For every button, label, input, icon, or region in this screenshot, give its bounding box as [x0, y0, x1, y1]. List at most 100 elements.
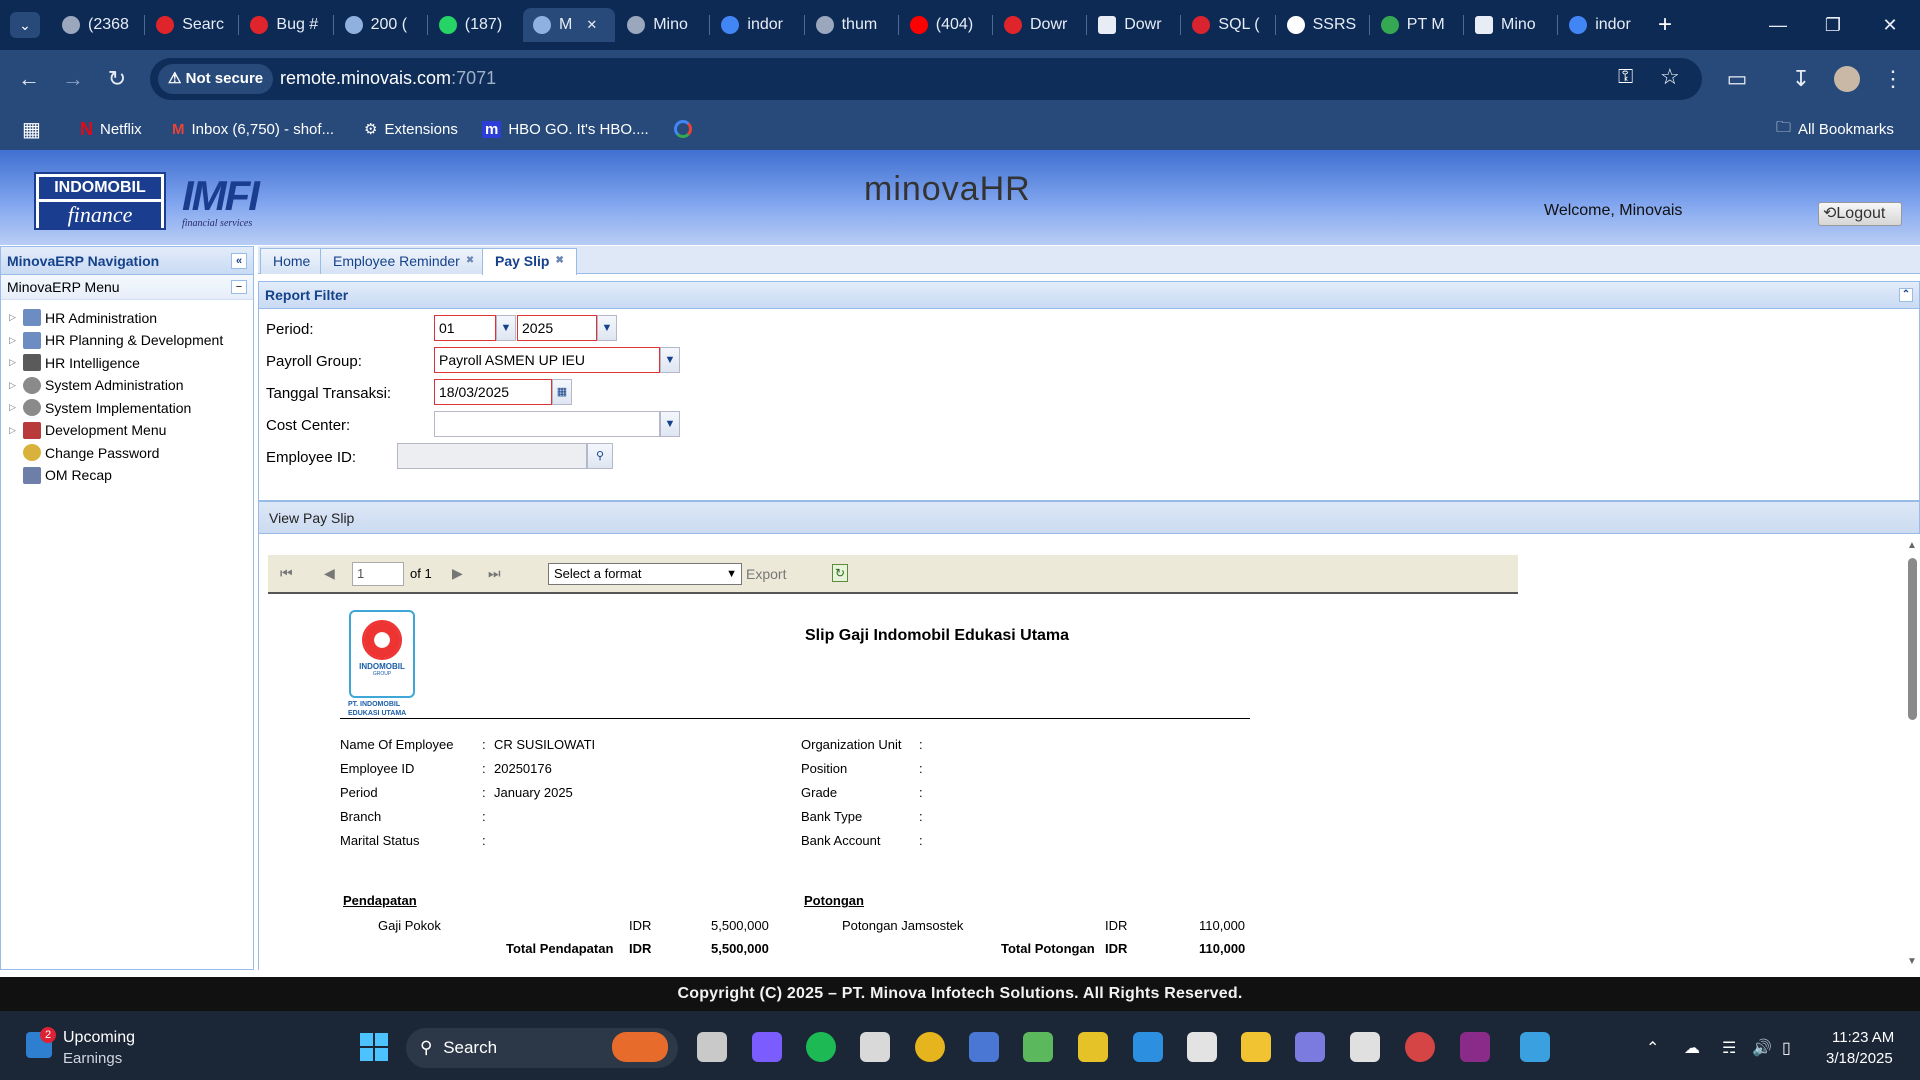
- nav-item-change-password[interactable]: Change Password: [9, 444, 159, 461]
- windows-start-icon[interactable]: [360, 1033, 388, 1061]
- snipping-tool-icon[interactable]: [860, 1032, 890, 1062]
- show-hidden-icons[interactable]: ⌃: [1646, 1038, 1659, 1058]
- first-page-icon[interactable]: ⏮: [280, 565, 293, 582]
- logout-button[interactable]: ⟲Logout: [1818, 202, 1902, 226]
- nav-item-system-administration[interactable]: ▷ System Administration: [9, 376, 184, 394]
- chrome-profile-icon[interactable]: [1405, 1032, 1435, 1062]
- file-explorer-icon[interactable]: [1241, 1032, 1271, 1062]
- employee-id-field[interactable]: [397, 443, 587, 469]
- widget-line1[interactable]: Upcoming: [63, 1029, 135, 1047]
- last-page-icon[interactable]: ⏭: [488, 565, 501, 582]
- payroll-group-combo[interactable]: Payroll ASMEN UP IEU: [434, 347, 660, 373]
- app-preview-icon[interactable]: [612, 1032, 668, 1062]
- clock-time[interactable]: 11:23 AM: [1832, 1029, 1894, 1046]
- nav-item-hr-intelligence[interactable]: ▷ HR Intelligence: [9, 354, 140, 371]
- browser-tab[interactable]: SSRS: [1277, 8, 1369, 42]
- wifi-icon[interactable]: ☴: [1722, 1038, 1736, 1058]
- reload-icon[interactable]: ↻: [102, 64, 132, 94]
- next-page-icon[interactable]: ▶: [452, 565, 463, 582]
- calendar-icon[interactable]: ▦: [552, 379, 572, 405]
- browser-tab[interactable]: Mino: [1465, 8, 1557, 42]
- url-text[interactable]: remote.minovais.com:7071: [280, 68, 496, 89]
- close-tab-icon[interactable]: ✕: [586, 17, 597, 33]
- nav-item-hr-planning-development[interactable]: ▷ HR Planning & Development: [9, 331, 223, 349]
- collapse-filter-icon[interactable]: ⌃: [1899, 288, 1913, 302]
- nav-item-hr-administration[interactable]: ▷ HR Administration: [9, 309, 157, 326]
- bookmark-star-icon[interactable]: ☆: [1660, 64, 1680, 90]
- collapse-menu-icon[interactable]: −: [231, 280, 247, 294]
- forward-icon[interactable]: →: [58, 64, 88, 94]
- bookmark-hbo[interactable]: m HBO GO. It's HBO....: [482, 116, 649, 142]
- address-bar[interactable]: ⚠ Not secure remote.minovais.com:7071 ⚿ …: [150, 58, 1702, 100]
- copilot-icon[interactable]: [752, 1032, 782, 1062]
- tab-pay-slip[interactable]: Pay Slip ✖: [482, 248, 577, 275]
- browser-tab[interactable]: indor: [1559, 8, 1651, 42]
- expand-arrow-icon[interactable]: ▷: [9, 380, 19, 391]
- expand-arrow-icon[interactable]: ▷: [9, 402, 19, 413]
- cloud-offline-icon[interactable]: ☁: [1684, 1038, 1700, 1058]
- browser-tab[interactable]: (2368: [52, 8, 144, 42]
- expand-arrow-icon[interactable]: ▷: [9, 335, 19, 346]
- report-builder-icon[interactable]: [1187, 1032, 1217, 1062]
- scroll-up-icon[interactable]: ▲: [1907, 540, 1917, 551]
- password-key-icon[interactable]: ⚿: [1618, 66, 1633, 89]
- profile-avatar[interactable]: [1834, 66, 1860, 92]
- chrome-icon[interactable]: [915, 1032, 945, 1062]
- vscode-icon[interactable]: [1133, 1032, 1163, 1062]
- chevron-down-icon[interactable]: ▼: [597, 315, 617, 341]
- mspaint-icon[interactable]: [1520, 1032, 1550, 1062]
- paint-icon[interactable]: [1078, 1032, 1108, 1062]
- tab-close-icon[interactable]: ✖: [555, 255, 563, 266]
- browser-tab[interactable]: (404): [900, 8, 992, 42]
- export-format-select[interactable]: Select a format ▼: [548, 563, 742, 585]
- downloads-icon[interactable]: ↧: [1786, 64, 1816, 94]
- remote-desktop-icon[interactable]: [969, 1032, 999, 1062]
- browser-tab[interactable]: M ✕: [523, 8, 615, 42]
- bookmark-gmail[interactable]: M Inbox (6,750) - shof...: [172, 116, 334, 142]
- spotify-icon[interactable]: [806, 1032, 836, 1062]
- obs-icon[interactable]: [1350, 1032, 1380, 1062]
- vpn-icon[interactable]: [1295, 1032, 1325, 1062]
- minimize-icon[interactable]: —: [1758, 10, 1798, 40]
- refresh-report-icon[interactable]: ↻: [832, 564, 848, 582]
- search-icon[interactable]: ⚲: [587, 443, 613, 469]
- collapse-panel-icon[interactable]: «: [231, 253, 247, 269]
- browser-tab[interactable]: Mino: [617, 8, 709, 42]
- task-view-icon[interactable]: [697, 1032, 727, 1062]
- chevron-down-icon[interactable]: ▼: [660, 411, 680, 437]
- previous-page-icon[interactable]: ◀: [324, 565, 335, 582]
- expand-arrow-icon[interactable]: ▷: [9, 312, 19, 323]
- tab-employee-reminder[interactable]: Employee Reminder ✖: [320, 248, 488, 274]
- new-tab-icon[interactable]: +: [1652, 12, 1678, 38]
- back-icon[interactable]: ←: [14, 64, 44, 94]
- all-bookmarks[interactable]: 🗀 All Bookmarks: [1776, 116, 1894, 142]
- scrollbar-thumb[interactable]: [1908, 558, 1917, 720]
- browser-tab[interactable]: Dowr: [1088, 8, 1180, 42]
- expand-arrow-icon[interactable]: ▷: [9, 425, 19, 436]
- nav-item-system-implementation[interactable]: ▷ System Implementation: [9, 399, 191, 416]
- nav-item-om-recap[interactable]: OM Recap: [9, 466, 112, 484]
- browser-tab[interactable]: PT M: [1371, 8, 1463, 42]
- browser-tab[interactable]: Dowr: [994, 8, 1086, 42]
- page-number-input[interactable]: 1: [352, 562, 404, 586]
- bookmark-google[interactable]: [674, 116, 692, 142]
- period-month-combo[interactable]: 01: [434, 315, 496, 341]
- close-window-icon[interactable]: ✕: [1870, 10, 1910, 40]
- extensions-icon[interactable]: ▭: [1722, 64, 1752, 94]
- export-link[interactable]: Export: [746, 566, 786, 582]
- tanggal-transaksi-field[interactable]: 18/03/2025: [434, 379, 552, 405]
- report-scrollbar[interactable]: ▲ ▼: [1905, 540, 1920, 968]
- chevron-down-icon[interactable]: ▼: [660, 347, 680, 373]
- apps-grid-icon[interactable]: ▦: [22, 116, 41, 142]
- period-year-combo[interactable]: 2025: [517, 315, 597, 341]
- bookmark-extensions[interactable]: ⚙ Extensions: [364, 116, 458, 142]
- restore-icon[interactable]: ❐: [1813, 10, 1853, 40]
- winrar-icon[interactable]: [1460, 1032, 1490, 1062]
- nav-item-development-menu[interactable]: ▷ Development Menu: [9, 421, 166, 439]
- browser-tab[interactable]: Searc: [146, 8, 238, 42]
- browser-tab[interactable]: SQL (: [1182, 8, 1274, 42]
- tab-close-icon[interactable]: ✖: [466, 255, 474, 266]
- bookmark-netflix[interactable]: N Netflix: [80, 116, 142, 142]
- chevron-down-icon[interactable]: ▼: [496, 315, 516, 341]
- browser-tab[interactable]: (187): [429, 8, 521, 42]
